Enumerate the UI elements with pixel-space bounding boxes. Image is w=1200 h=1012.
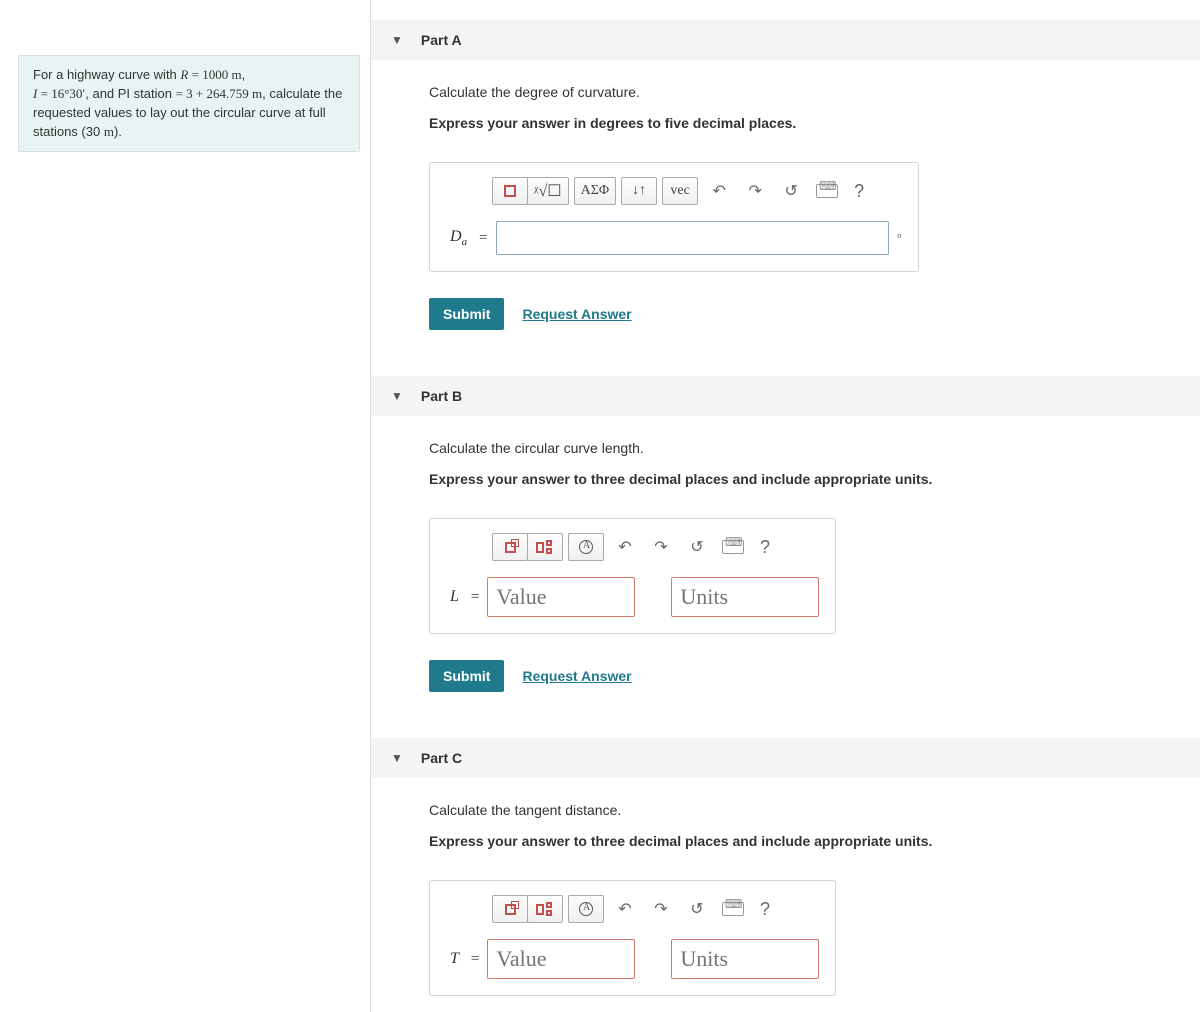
part-a-input[interactable]	[496, 221, 889, 255]
part-a-instr2: Express your answer in degrees to five d…	[429, 113, 1180, 134]
equals-sign: =	[471, 589, 479, 606]
reset-button[interactable]: ↺	[682, 895, 712, 923]
part-b-var: L	[446, 588, 463, 606]
exponent-button[interactable]	[492, 895, 528, 923]
part-c-body: Calculate the tangent distance. Express …	[371, 778, 1200, 1012]
part-c-var: T	[446, 950, 463, 968]
part-a-request-answer-link[interactable]: Request Answer	[522, 306, 631, 322]
part-a-instr1: Calculate the degree of curvature.	[429, 82, 1180, 103]
units-angstrom-button[interactable]	[568, 895, 604, 923]
redo-button[interactable]: ↷	[646, 533, 676, 561]
subscript-button[interactable]: ↓↑	[621, 177, 657, 205]
keyboard-button[interactable]	[812, 177, 842, 205]
problem-sidebar: For a highway curve with R = 1000 m, I =…	[0, 0, 370, 1012]
reset-button[interactable]: ↺	[682, 533, 712, 561]
part-a-var: Da	[446, 228, 471, 248]
root-button[interactable]: ᵡ√☐	[527, 177, 569, 205]
equals-sign: =	[471, 951, 479, 968]
undo-button[interactable]: ↶	[704, 177, 734, 205]
symbols-button[interactable]: ΑΣΦ	[574, 177, 617, 205]
exponent-button[interactable]	[492, 533, 528, 561]
part-c-answer-box: ↶ ↷ ↺ ? T =	[429, 880, 836, 996]
part-a-toolbar: ᵡ√☐ ΑΣΦ ↓↑ vec ↶ ↷ ↺ ?	[442, 173, 876, 215]
templates-button[interactable]	[492, 177, 528, 205]
part-b-instr1: Calculate the circular curve length.	[429, 438, 1180, 459]
part-a-title: Part A	[421, 32, 462, 48]
help-button[interactable]: ?	[754, 899, 776, 920]
part-a-body: Calculate the degree of curvature. Expre…	[371, 60, 1200, 370]
part-c-units-input[interactable]	[671, 939, 819, 979]
vector-button[interactable]: vec	[662, 177, 698, 205]
part-b-submit-button[interactable]: Submit	[429, 660, 504, 692]
help-button[interactable]: ?	[754, 537, 776, 558]
main-content: ▼ Part A Calculate the degree of curvatu…	[370, 0, 1200, 1012]
reset-button[interactable]: ↺	[776, 177, 806, 205]
part-c-header[interactable]: ▼ Part C	[371, 738, 1200, 778]
caret-down-icon: ▼	[391, 389, 403, 403]
part-b-header[interactable]: ▼ Part B	[371, 376, 1200, 416]
part-c-title: Part C	[421, 750, 462, 766]
redo-button[interactable]: ↷	[646, 895, 676, 923]
part-c-instr2: Express your answer to three decimal pla…	[429, 831, 1180, 852]
part-c-instr1: Calculate the tangent distance.	[429, 800, 1180, 821]
fraction-button[interactable]	[527, 895, 563, 923]
undo-button[interactable]: ↶	[610, 895, 640, 923]
caret-down-icon: ▼	[391, 751, 403, 765]
part-b-title: Part B	[421, 388, 462, 404]
fraction-button[interactable]	[527, 533, 563, 561]
part-b-value-input[interactable]	[487, 577, 635, 617]
part-a-submit-button[interactable]: Submit	[429, 298, 504, 330]
part-b-toolbar: ↶ ↷ ↺ ?	[442, 529, 782, 571]
part-b-body: Calculate the circular curve length. Exp…	[371, 416, 1200, 732]
caret-down-icon: ▼	[391, 33, 403, 47]
part-a-header[interactable]: ▼ Part A	[371, 20, 1200, 60]
part-a-answer-box: ᵡ√☐ ΑΣΦ ↓↑ vec ↶ ↷ ↺ ? Da = °	[429, 162, 919, 272]
part-b-answer-box: ↶ ↷ ↺ ? L =	[429, 518, 836, 634]
part-c-value-input[interactable]	[487, 939, 635, 979]
part-b-instr2: Express your answer to three decimal pla…	[429, 469, 1180, 490]
degree-symbol: °	[897, 231, 902, 246]
undo-button[interactable]: ↶	[610, 533, 640, 561]
help-button[interactable]: ?	[848, 181, 870, 202]
problem-text: For a highway curve with	[33, 67, 180, 82]
equals-sign: =	[479, 230, 487, 247]
part-b-request-answer-link[interactable]: Request Answer	[522, 668, 631, 684]
part-c-toolbar: ↶ ↷ ↺ ?	[442, 891, 782, 933]
keyboard-button[interactable]	[718, 895, 748, 923]
redo-button[interactable]: ↷	[740, 177, 770, 205]
part-b-units-input[interactable]	[671, 577, 819, 617]
problem-statement: For a highway curve with R = 1000 m, I =…	[18, 55, 360, 152]
units-angstrom-button[interactable]	[568, 533, 604, 561]
keyboard-button[interactable]	[718, 533, 748, 561]
